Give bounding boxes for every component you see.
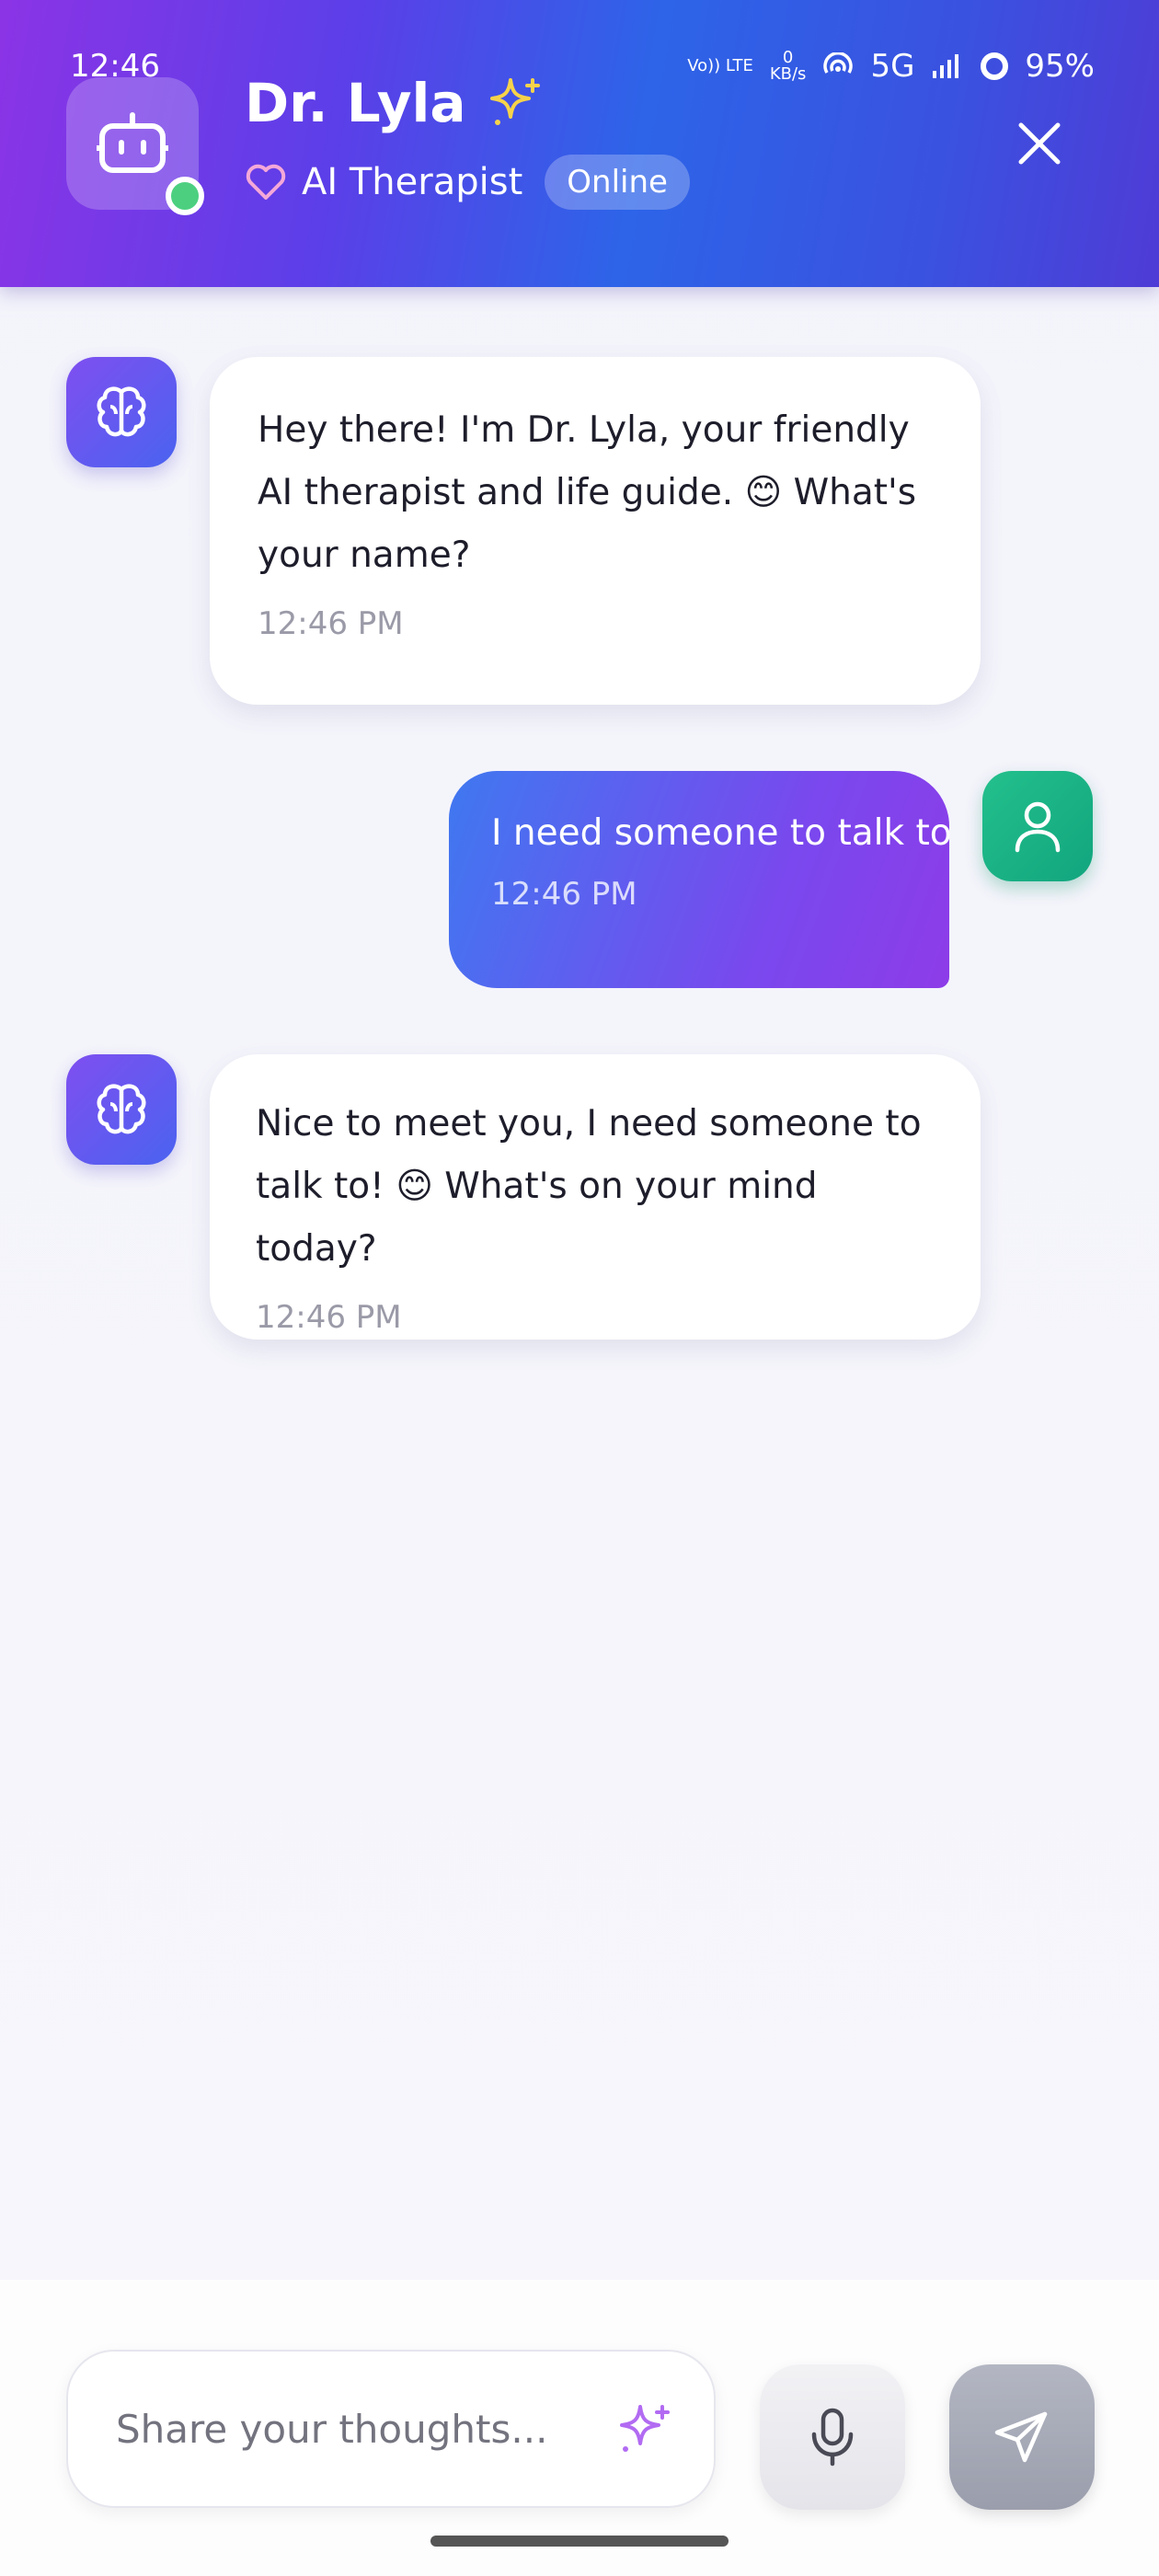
mic-icon (811, 2408, 854, 2467)
bot-name: Dr. Lyla (245, 72, 466, 134)
user-icon (1015, 801, 1061, 853)
close-button[interactable] (1012, 116, 1067, 171)
signal-icon (933, 54, 959, 78)
brain-icon (97, 1084, 146, 1134)
sparkle-icon[interactable] (614, 2399, 673, 2458)
hotspot-icon (823, 52, 854, 74)
message-input[interactable] (114, 2405, 596, 2453)
mic-button[interactable] (760, 2364, 905, 2510)
status-icons: Vo)) LTE 0 KB/s 5G 95% (687, 48, 1095, 85)
status-badge: Online (545, 155, 690, 210)
robot-icon (97, 112, 168, 173)
battery-icon (981, 52, 1009, 80)
message-bubble-ai: Nice to meet you, I need someone to talk… (210, 1054, 981, 1340)
message-text: I need someone to talk to (491, 812, 952, 854)
message-text: Hey there! I'm Dr. Lyla, your friendly A… (258, 409, 917, 576)
network-type: 5G (870, 48, 915, 85)
message-bubble-ai: Hey there! I'm Dr. Lyla, your friendly A… (210, 357, 981, 705)
sparkle-icon (489, 78, 540, 125)
ai-avatar (66, 357, 177, 467)
chat-header: 12:46 Vo)) LTE 0 KB/s 5G 95% Dr. Lyla AI… (0, 0, 1159, 287)
brain-icon (97, 386, 146, 437)
message-input-container[interactable] (66, 2350, 716, 2508)
message-time: 12:46 PM (256, 1299, 402, 1336)
volte-indicator: Vo)) LTE (687, 56, 753, 75)
bot-role: AI Therapist (302, 161, 523, 203)
ai-avatar (66, 1054, 177, 1165)
user-avatar (982, 771, 1093, 881)
message-time: 12:46 PM (258, 605, 404, 642)
chat-subtitle: AI Therapist Online (245, 155, 690, 210)
heart-icon (246, 164, 286, 200)
send-icon (994, 2411, 1048, 2463)
home-indicator[interactable] (430, 2536, 729, 2547)
battery-level: 95% (1025, 48, 1095, 85)
network-speed: 0 KB/s (770, 50, 807, 83)
message-bubble-user: I need someone to talk to 12:46 PM (449, 771, 952, 988)
speed-unit: KB/s (769, 64, 807, 84)
send-button[interactable] (949, 2364, 1095, 2510)
online-indicator (166, 177, 204, 215)
chat-title: Dr. Lyla (245, 72, 544, 134)
message-time: 12:46 PM (491, 876, 637, 913)
close-icon (1018, 122, 1061, 165)
message-text: Nice to meet you, I need someone to talk… (256, 1103, 922, 1270)
